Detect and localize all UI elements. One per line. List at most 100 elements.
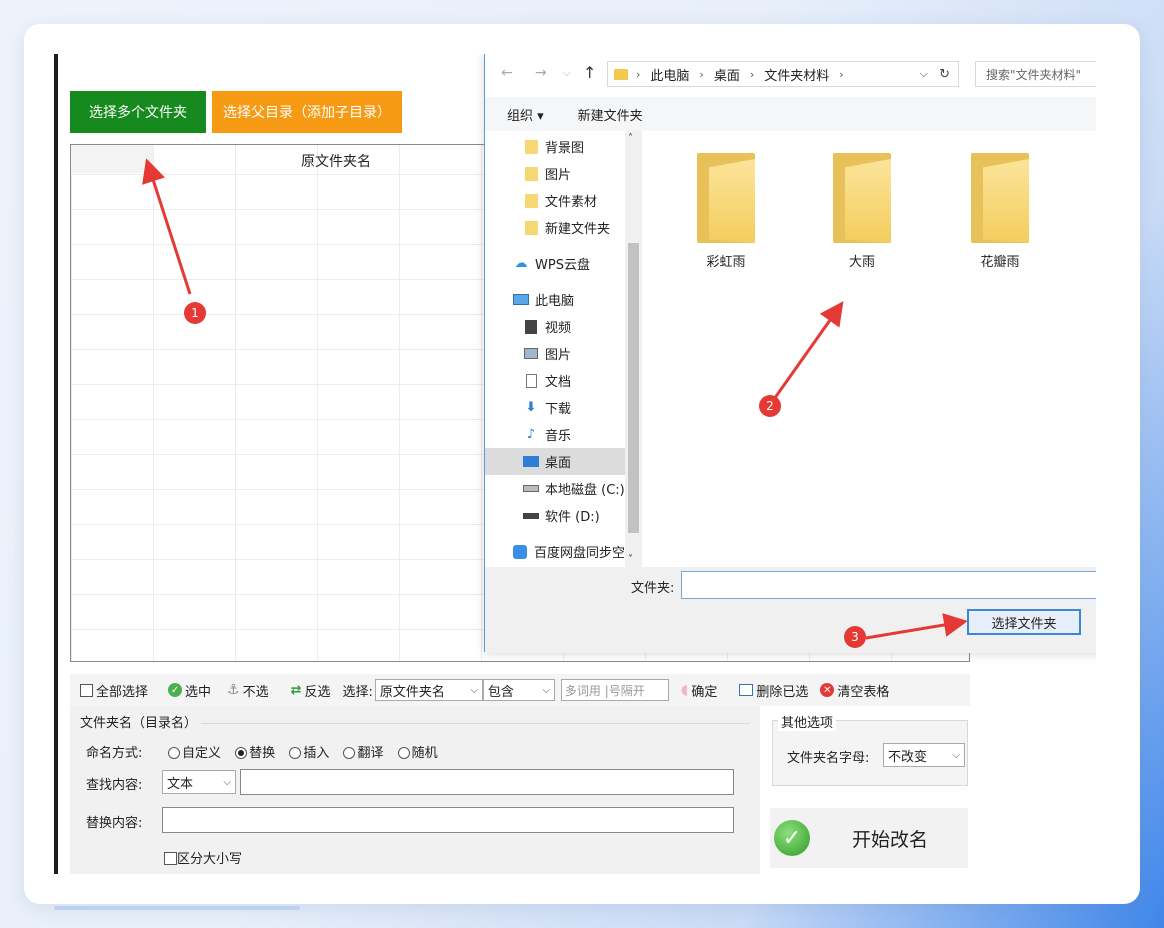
nav-item-background[interactable]: 背景图 xyxy=(485,133,625,160)
annotation-badge-3: 3 xyxy=(844,626,866,648)
nav-item-documents[interactable]: 文档 xyxy=(485,367,625,394)
keyword-input[interactable]: 多词用 |号隔开 xyxy=(560,679,669,701)
field-dropdown[interactable]: 原文件夹名 ⌵ xyxy=(374,679,483,701)
nav-label: 视频 xyxy=(545,321,572,336)
confirm-button[interactable]: ◖ 确定 xyxy=(681,681,717,700)
breadcrumb-folder-material[interactable]: 文件夹材料 xyxy=(764,65,829,84)
folder-item[interactable]: 大雨 xyxy=(817,153,907,270)
radio-replace-label: 替换 xyxy=(249,746,276,761)
find-label: 查找内容: xyxy=(86,778,143,793)
radio-custom-label: 自定义 xyxy=(182,746,222,761)
nav-item-drive-c[interactable]: 本地磁盘 (C:) xyxy=(485,475,625,502)
pictures-icon xyxy=(523,347,539,361)
delete-window-icon xyxy=(739,684,754,696)
nav-item-music[interactable]: ♪ 音乐 xyxy=(485,421,625,448)
folder-item[interactable]: 彩虹雨 xyxy=(681,153,771,270)
clear-table-button[interactable]: ✕ 清空表格 xyxy=(820,681,889,700)
chevron-down-icon: ⌵ xyxy=(470,684,478,696)
nav-label: WPS云盘 xyxy=(535,258,590,273)
uncheck-button[interactable]: ⚓ 不选 xyxy=(227,681,269,700)
up-arrow-icon[interactable]: ↑ xyxy=(583,63,596,82)
invert-label: 反选 xyxy=(304,684,331,700)
chevron-right-icon: › xyxy=(749,67,755,81)
search-input[interactable]: 搜索"文件夹材料" xyxy=(975,61,1096,87)
check-circle-icon: ✓ xyxy=(168,683,183,697)
invert-button[interactable]: ⇄ 反选 xyxy=(291,681,331,700)
nav-label: 软件 (D:) xyxy=(545,510,600,525)
nav-item-file-material[interactable]: 文件素材 xyxy=(485,187,625,214)
naming-panel: 文件夹名（目录名） 命名方式: 自定义 替换 插入 翻译 随机 查找内容: 文本… xyxy=(70,706,760,874)
nav-item-wps-cloud[interactable]: ☁ WPS云盘 xyxy=(485,250,625,277)
folder-name-input[interactable] xyxy=(681,571,1096,599)
nav-item-this-pc[interactable]: 此电脑 xyxy=(485,286,625,313)
radio-replace[interactable]: 替换 xyxy=(235,746,275,761)
case-sensitive-checkbox[interactable]: 区分大小写 xyxy=(164,848,242,867)
nav-label: 下载 xyxy=(545,402,572,417)
check-button[interactable]: ✓ 选中 xyxy=(168,681,211,700)
case-sensitive-label: 区分大小写 xyxy=(177,852,243,867)
checkbox-icon xyxy=(80,683,93,697)
field-dropdown-value: 原文件夹名 xyxy=(379,684,445,700)
address-bar[interactable]: › 此电脑 › 桌面 › 文件夹材料 › ⌵ ↻ xyxy=(607,61,959,87)
select-parent-directory-button[interactable]: 选择父目录（添加子目录） xyxy=(212,91,402,133)
match-dropdown-value: 包含 xyxy=(487,684,514,700)
start-rename-button[interactable]: ✓ 开始改名 xyxy=(770,808,968,868)
replace-input[interactable] xyxy=(162,807,734,833)
select-all-checkbox[interactable]: 全部选择 xyxy=(80,681,148,700)
match-dropdown[interactable]: 包含 ⌵ xyxy=(482,679,555,701)
drive-icon xyxy=(523,482,539,496)
organize-menu[interactable]: 组织 ▾ xyxy=(507,105,544,124)
folder-label: 大雨 xyxy=(848,255,875,270)
nav-label: 图片 xyxy=(545,168,572,183)
radio-translate[interactable]: 翻译 xyxy=(343,746,383,761)
refresh-icon[interactable]: ↻ xyxy=(939,67,950,82)
video-icon xyxy=(523,319,539,334)
dialog-footer: 文件夹: 选择文件夹 xyxy=(485,567,1096,653)
back-arrow-icon[interactable]: ← xyxy=(501,65,513,81)
nav-item-desktop[interactable]: 桌面 xyxy=(485,448,625,475)
selection-toolbar: 全部选择 ✓ 选中 ⚓ 不选 ⇄ 反选 选择: 原文件夹名 ⌵ 包含 ⌵ 多词用… xyxy=(70,674,970,706)
radio-icon xyxy=(397,747,410,759)
new-folder-button[interactable]: 新建文件夹 xyxy=(578,105,643,124)
nav-item-baidu-sync[interactable]: 百度网盘同步空 xyxy=(485,538,625,565)
folder-item[interactable]: 花瓣雨 xyxy=(955,153,1045,270)
baidu-icon xyxy=(513,544,528,559)
app-screenshot: 选择多个文件夹 选择父目录（添加子目录） 原文件夹名 全部选择 ✓ 选中 ⚓ 不… xyxy=(54,54,1096,874)
radio-random[interactable]: 随机 xyxy=(397,746,438,761)
nav-item-videos[interactable]: 视频 xyxy=(485,313,625,340)
select-multiple-folders-button[interactable]: 选择多个文件夹 xyxy=(70,91,206,133)
delete-selected-button[interactable]: 删除已选 xyxy=(739,681,808,700)
nav-item-drive-d[interactable]: 软件 (D:) xyxy=(485,502,625,529)
select-folder-button[interactable]: 选择文件夹 xyxy=(967,609,1081,635)
radio-random-label: 随机 xyxy=(411,746,438,761)
nav-item-downloads[interactable]: ⬇ 下载 xyxy=(485,394,625,421)
letter-case-dropdown[interactable]: 不改变 ⌵ xyxy=(883,743,965,767)
letter-case-label: 文件夹名字母: xyxy=(787,751,870,766)
nav-label: 图片 xyxy=(545,348,572,363)
scroll-down-icon[interactable]: ˅ xyxy=(628,554,633,565)
nav-item-new-folder[interactable]: 新建文件夹 xyxy=(485,214,625,241)
nav-item-pictures[interactable]: 图片 xyxy=(485,340,625,367)
chevron-right-icon: › xyxy=(636,67,641,81)
scroll-up-icon[interactable]: ˄ xyxy=(628,133,633,144)
documents-icon xyxy=(523,373,539,388)
find-type-dropdown[interactable]: 文本 ⌵ xyxy=(162,770,236,794)
replace-label: 替换内容: xyxy=(86,816,143,831)
radio-custom[interactable]: 自定义 xyxy=(168,746,221,761)
forward-arrow-icon[interactable]: → xyxy=(535,65,547,81)
nav-scrollbar-thumb[interactable] xyxy=(628,243,639,533)
find-input[interactable] xyxy=(240,769,734,795)
anchor-icon: ⚓ xyxy=(227,682,240,698)
breadcrumb-desktop[interactable]: 桌面 xyxy=(714,65,740,84)
chevron-down-icon[interactable]: ⌵ xyxy=(920,67,928,81)
folder-icon xyxy=(697,153,755,243)
select-folder-dialog: ← → ⌵ ↑ › 此电脑 › 桌面 › 文件夹材料 › ⌵ ↻ 搜索"文件夹材… xyxy=(484,54,1096,653)
nav-item-pictures-folder[interactable]: 图片 xyxy=(485,160,625,187)
folder-icon xyxy=(833,153,891,243)
breadcrumb-this-pc[interactable]: 此电脑 xyxy=(650,65,689,84)
radio-insert[interactable]: 插入 xyxy=(289,746,329,761)
folder-icon xyxy=(523,139,539,154)
folder-icon xyxy=(523,166,539,181)
radio-icon xyxy=(168,747,180,759)
chevron-down-icon[interactable]: ⌵ xyxy=(563,68,571,79)
